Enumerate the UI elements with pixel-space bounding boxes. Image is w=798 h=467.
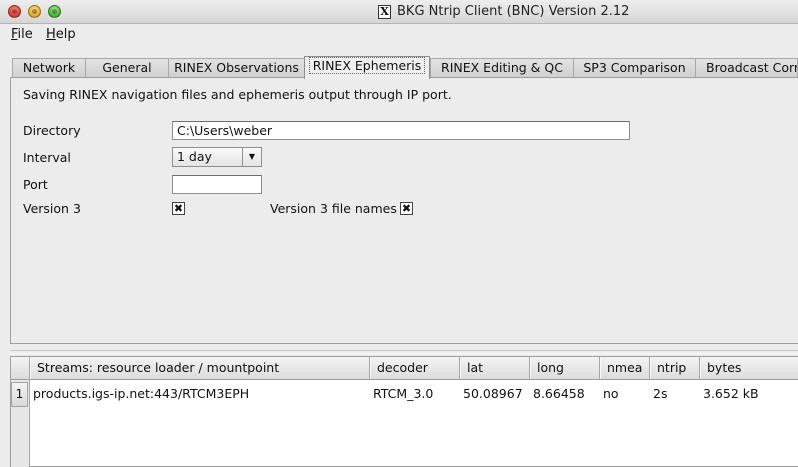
tab-general[interactable]: General	[85, 58, 169, 78]
panel-description: Saving RINEX navigation files and epheme…	[23, 87, 452, 102]
window-title-bar[interactable]: X BKG Ntrip Client (BNC) Version 2.12	[0, 0, 798, 24]
streams-table-header: Streams: resource loader / mountpoint de…	[11, 357, 798, 380]
cell-decoder[interactable]: RTCM_3.0	[373, 386, 433, 401]
tab-rinex-ephemeris[interactable]: RINEX Ephemeris	[304, 56, 430, 79]
directory-input[interactable]: C:\Users\weber	[172, 121, 630, 140]
interval-select[interactable]: 1 day ▼	[172, 147, 262, 167]
tab-network[interactable]: Network	[12, 58, 86, 78]
rinex-ephemeris-panel: Saving RINEX navigation files and epheme…	[10, 77, 798, 344]
tab-broadcast-corrections-label: Broadcast Corre	[706, 60, 798, 75]
column-header-nmea[interactable]: nmea	[600, 357, 650, 379]
port-input[interactable]	[172, 175, 262, 194]
streams-table: Streams: resource loader / mountpoint de…	[10, 356, 798, 467]
cell-lat[interactable]: 50.08967	[463, 386, 523, 401]
tab-rinex-editing-qc[interactable]: RINEX Editing & QC	[430, 58, 574, 78]
directory-label: Directory	[23, 123, 81, 138]
cell-nmea[interactable]: no	[603, 386, 619, 401]
version3-checkbox[interactable]: ✖	[172, 202, 185, 215]
tab-sp3-comparison[interactable]: SP3 Comparison	[573, 58, 696, 78]
tab-broadcast-corrections[interactable]: Broadcast Corre	[695, 58, 798, 78]
tab-sp3-comparison-label: SP3 Comparison	[583, 60, 686, 75]
window-title-text: BKG Ntrip Client (BNC) Version 2.12	[397, 4, 630, 19]
zoom-window-button[interactable]	[48, 5, 61, 18]
column-header-decoder[interactable]: decoder	[370, 357, 460, 379]
version3-label: Version 3	[23, 201, 81, 216]
cell-bytes[interactable]: 3.652 kB	[703, 386, 759, 401]
port-label: Port	[23, 177, 48, 192]
cell-ntrip[interactable]: 2s	[653, 386, 667, 401]
tab-rinex-observations[interactable]: RINEX Observations	[168, 58, 305, 78]
column-header-ntrip[interactable]: ntrip	[650, 357, 700, 379]
menu-help-mnemonic: H	[46, 27, 56, 42]
tab-general-label: General	[102, 60, 152, 75]
cell-mountpoint[interactable]: products.igs-ip.net:443/RTCM3EPH	[33, 386, 249, 401]
column-header-bytes[interactable]: bytes	[700, 357, 798, 379]
tab-rinex-ephemeris-label: RINEX Ephemeris	[308, 57, 426, 74]
tab-rinex-editing-qc-label: RINEX Editing & QC	[441, 60, 563, 75]
close-window-button[interactable]	[8, 5, 21, 18]
column-header-mountpoint[interactable]: Streams: resource loader / mountpoint	[30, 357, 370, 379]
menu-help[interactable]: Help	[46, 27, 76, 42]
column-header-long[interactable]: long	[530, 357, 600, 379]
menu-file[interactable]: File	[11, 27, 33, 42]
menu-bar: File Help	[0, 24, 798, 45]
version3-file-names-checkbox[interactable]: ✖	[400, 202, 413, 215]
panel-splitter[interactable]	[10, 350, 798, 354]
tab-rinex-observations-label: RINEX Observations	[174, 60, 299, 75]
tab-network-label: Network	[22, 60, 76, 75]
table-corner[interactable]	[11, 357, 30, 379]
menu-file-label: ile	[17, 27, 33, 42]
interval-label: Interval	[23, 150, 71, 165]
interval-select-value: 1 day	[177, 149, 212, 164]
cell-long[interactable]: 8.66458	[533, 386, 585, 401]
version3-file-names-label: Version 3 file names	[270, 201, 397, 216]
minimize-window-button[interactable]	[28, 5, 41, 18]
window-title: X BKG Ntrip Client (BNC) Version 2.12	[378, 4, 629, 19]
row-header-1[interactable]: 1	[11, 382, 28, 407]
chevron-down-icon: ▼	[242, 148, 261, 166]
menu-help-label: elp	[55, 27, 76, 42]
x11-icon: X	[378, 4, 391, 19]
tab-bar: Network General RINEX Observations RINEX…	[12, 56, 798, 79]
column-header-lat[interactable]: lat	[460, 357, 530, 379]
